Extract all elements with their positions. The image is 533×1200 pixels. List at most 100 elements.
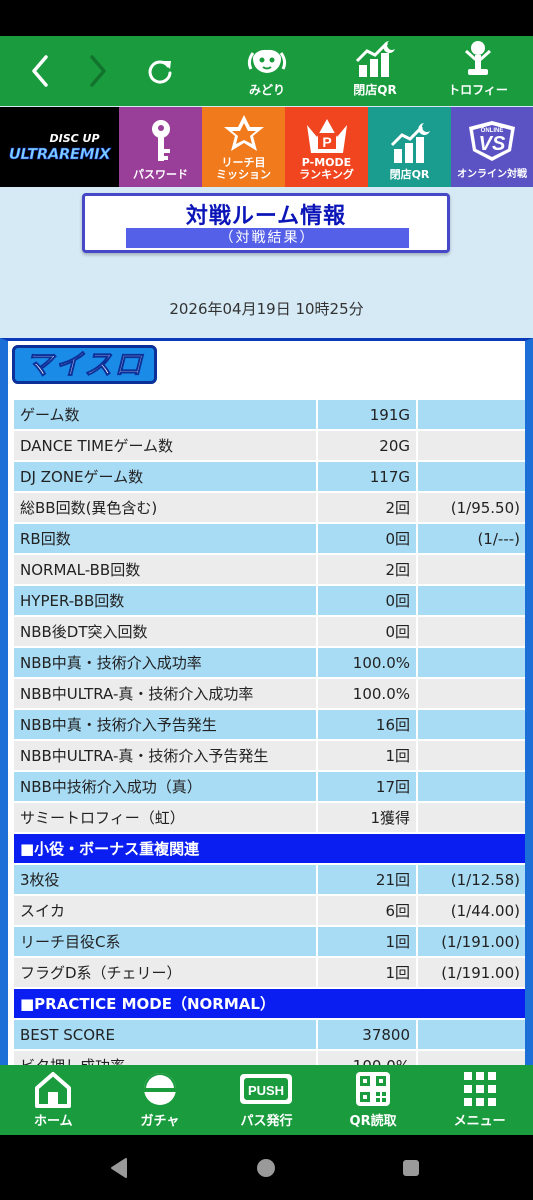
stat-value: 100.0% (316, 1051, 416, 1065)
myslo-logo: マイスロ (12, 345, 158, 389)
stat-ratio (416, 400, 525, 429)
online-battle-tile[interactable]: VS ONLINE オンライン対戦 (451, 107, 533, 187)
nav-home[interactable]: ホーム (0, 1065, 107, 1135)
tool-closing-qr[interactable]: 閉店QR (335, 36, 415, 106)
trophy-figure-icon (465, 41, 491, 75)
stat-ratio (416, 462, 525, 491)
stat-label: DJ ZONEゲーム数 (14, 462, 316, 491)
tile-label: オンライン対戦 (457, 169, 527, 180)
top-nav: みどり 閉店QR トロフィー (0, 36, 533, 106)
qr-code-icon (356, 1072, 391, 1106)
stat-label: リーチ目役C系 (14, 927, 316, 956)
stat-row: BEST SCORE 37800 (14, 1020, 525, 1049)
stat-row: NBB中技術介入成功（真） 17回 (14, 772, 525, 801)
system-recents-button[interactable] (381, 1135, 441, 1200)
section-header-row: ■小役・ボーナス重複関連 (14, 834, 525, 863)
stat-label: NORMAL-BB回数 (14, 555, 316, 584)
stat-value: 16回 (316, 710, 416, 739)
push-pass-icon: PUSH (240, 1074, 293, 1104)
disc-up-logo[interactable]: DISC UP ULTRAREMIX (0, 107, 119, 187)
stat-value: 0回 (316, 617, 416, 646)
stat-value: 100.0% (316, 679, 416, 708)
stat-label: NBB中真・技術介入予告発生 (14, 710, 316, 739)
stat-ratio (416, 803, 525, 832)
forward-button[interactable] (80, 36, 116, 106)
stat-label: DANCE TIMEゲーム数 (14, 431, 316, 460)
tool-label: 閉店QR (353, 83, 397, 97)
stat-ratio (416, 555, 525, 584)
stat-ratio (416, 741, 525, 770)
status-bar (0, 0, 533, 36)
stat-ratio: (1/191.00) (416, 958, 525, 987)
nav-label: QR読取 (349, 1114, 397, 1129)
closing-qr-tile[interactable]: 閉店QR (368, 107, 451, 187)
stat-row: ゲーム数 191G (14, 400, 525, 429)
stat-value: 191G (316, 400, 416, 429)
bar-chart-moon-icon (390, 123, 430, 163)
app-screen: みどり 閉店QR トロフィー DISC UP ULTRAREMIX パスワード … (0, 0, 533, 1200)
vs-emblem-text: VS (479, 133, 506, 155)
page-title: 対戦ルーム情報 (185, 204, 347, 229)
stat-label: NBB中ULTRA-真・技術介入予告発生 (14, 741, 316, 770)
stat-label: スイカ (14, 896, 316, 925)
stat-row: ビタ押し成功率100.0% (14, 1051, 525, 1065)
back-button[interactable] (22, 36, 58, 106)
stat-label: ゲーム数 (14, 400, 316, 429)
stat-row: DJ ZONEゲーム数 117G (14, 462, 525, 491)
refresh-icon (148, 60, 172, 84)
stat-ratio (416, 710, 525, 739)
system-home-button[interactable] (236, 1135, 296, 1200)
stat-label: 3枚役 (14, 865, 316, 894)
nav-gacha[interactable]: ガチャ (107, 1065, 214, 1135)
tool-midori[interactable]: みどり (227, 36, 307, 106)
stat-label: フラグD系（チェリー） (14, 958, 316, 987)
nav-qr-read[interactable]: QR読取 (320, 1065, 427, 1135)
stat-value: 37800 (316, 1020, 416, 1049)
system-back-button[interactable] (88, 1135, 148, 1200)
stat-ratio (416, 1051, 525, 1065)
triangle-back-icon (111, 1157, 127, 1178)
stat-ratio (416, 772, 525, 801)
chevron-left-icon (32, 55, 48, 87)
nav-pass-issue[interactable]: PUSH パス発行 (213, 1065, 320, 1135)
tool-trophy[interactable]: トロフィー (438, 36, 518, 106)
stat-value: 20G (316, 431, 416, 460)
nav-label: パス発行 (240, 1114, 293, 1129)
stat-ratio (416, 679, 525, 708)
stat-row: NBB中真・技術介入成功率 100.0% (14, 648, 525, 677)
stat-value: 6回 (316, 896, 416, 925)
stat-value: 0回 (316, 586, 416, 615)
stat-row: NBB中ULTRA-真・技術介入予告発生 1回 (14, 741, 525, 770)
stat-ratio (416, 1020, 525, 1049)
password-tile[interactable]: パスワード (119, 107, 202, 187)
nav-menu[interactable]: メニュー (426, 1065, 533, 1135)
stat-ratio: (1/44.00) (416, 896, 525, 925)
stat-ratio (416, 431, 525, 460)
stat-ratio: (1/191.00) (416, 927, 525, 956)
stat-value: 117G (316, 462, 416, 491)
reach-mission-tile[interactable]: リーチ目 ミッション (202, 107, 285, 187)
stat-ratio (416, 617, 525, 646)
stats-card: マイスロ ゲーム数 191G DANCE TIMEゲーム数 20G DJ ZONEゲーム… (0, 338, 533, 1065)
stat-label: サミートロフィー（虹） (14, 803, 316, 832)
section-header: ■PRACTICE MODE（NORMAL） (14, 989, 525, 1018)
logo-top-text: DISC UP (49, 131, 100, 145)
reload-button[interactable] (142, 36, 178, 106)
stat-label: NBB中ULTRA-真・技術介入成功率 (14, 679, 316, 708)
vs-shield-icon: VS ONLINE (469, 121, 515, 161)
stat-row: フラグD系（チェリー） 1回 (1/191.00) (14, 958, 525, 987)
stat-value: 1回 (316, 927, 416, 956)
circle-home-icon (257, 1158, 275, 1177)
stat-row: DANCE TIMEゲーム数 20G (14, 431, 525, 460)
p-mode-ranking-tile[interactable]: P P-MODE ランキング (285, 107, 368, 187)
stat-value: 100.0% (316, 648, 416, 677)
nav-label: メニュー (453, 1114, 506, 1129)
page-subtitle: （対戦結果） (126, 228, 409, 248)
stat-row: リーチ目役C系 1回 (1/191.00) (14, 927, 525, 956)
crown-p-icon: P (306, 119, 347, 153)
stat-value: 2回 (316, 555, 416, 584)
logo-bottom-text: ULTRAREMIX (8, 144, 111, 163)
stat-row: NORMAL-BB回数 2回 (14, 555, 525, 584)
stat-row: NBB中ULTRA-真・技術介入成功率 100.0% (14, 679, 525, 708)
home-icon (35, 1072, 72, 1108)
